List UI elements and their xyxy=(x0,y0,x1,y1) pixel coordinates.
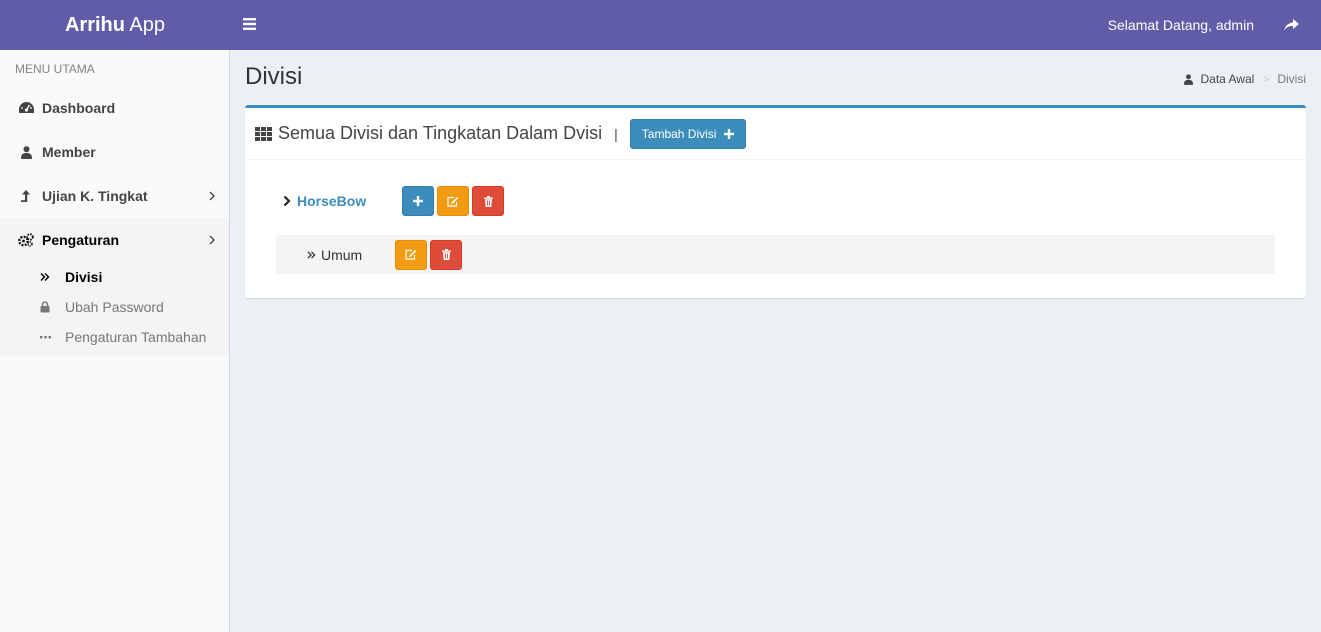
box-title: Semua Divisi dan Tingkatan Dalam Dvisi xyxy=(255,123,602,144)
app-logo[interactable]: Arrihu App xyxy=(0,0,230,50)
welcome-text: Selamat Datang, admin xyxy=(1107,17,1254,33)
grid-icon xyxy=(255,126,272,141)
logo-bold-text: Arrihu xyxy=(64,14,125,36)
chevron-right-icon xyxy=(209,191,215,201)
lock-icon xyxy=(38,300,52,314)
chevron-right-icon xyxy=(209,235,215,245)
ellipsis-icon xyxy=(38,330,52,344)
divisi-name: HorseBow xyxy=(297,193,367,209)
edit-icon xyxy=(447,196,459,207)
sidebar-subitem-divisi[interactable]: Divisi xyxy=(0,262,229,292)
level-up-icon xyxy=(17,187,35,205)
sidebar-subitem-label: Pengaturan Tambahan xyxy=(65,329,207,345)
double-chevron-icon xyxy=(38,270,52,284)
sidebar-item-pengaturan[interactable]: Pengaturan xyxy=(0,218,229,262)
sidebar-item-label: Member xyxy=(42,144,96,160)
sidebar-subitem-pengaturan-tambahan[interactable]: Pengaturan Tambahan xyxy=(0,322,229,352)
trash-icon xyxy=(441,249,451,260)
dashboard-icon xyxy=(17,99,35,117)
title-separator: | xyxy=(614,125,618,142)
sidebar-item-label: Dashboard xyxy=(42,100,116,116)
plus-icon xyxy=(413,196,423,206)
edit-divisi-button[interactable] xyxy=(437,186,469,216)
sidebar-subitem-label: Divisi xyxy=(65,269,103,285)
sidebar-subitem-ubah-password[interactable]: Ubah Password xyxy=(0,292,229,322)
edit-tingkatan-button[interactable] xyxy=(395,239,427,270)
logout-button[interactable] xyxy=(1284,0,1299,50)
sidebar-submenu-pengaturan: Divisi Ubah Password Pengaturan Tambahan xyxy=(0,262,229,356)
user-icon xyxy=(17,143,35,161)
divisi-box: Semua Divisi dan Tingkatan Dalam Dvisi |… xyxy=(245,105,1306,298)
tingkatan-row: Umum xyxy=(276,235,1275,274)
gears-icon xyxy=(17,231,35,249)
sidebar-item-ujian[interactable]: Ujian K. Tingkat xyxy=(0,174,229,218)
add-divisi-button-label: Tambah Divisi xyxy=(641,126,717,141)
user-icon xyxy=(1183,73,1193,85)
sidebar-item-label: Pengaturan xyxy=(42,232,120,248)
box-title-text: Semua Divisi dan Tingkatan Dalam Dvisi xyxy=(278,123,603,143)
sidebar-item-dashboard[interactable]: Dashboard xyxy=(0,86,229,130)
box-header: Semua Divisi dan Tingkatan Dalam Dvisi |… xyxy=(245,108,1306,160)
delete-divisi-button[interactable] xyxy=(472,186,504,216)
edit-icon xyxy=(405,249,417,260)
page-title: Divisi xyxy=(245,63,303,90)
sidebar-toggle-button[interactable] xyxy=(243,0,257,50)
trash-icon xyxy=(483,195,493,207)
tingkatan-item: Umum xyxy=(276,247,395,263)
share-icon xyxy=(1284,18,1299,31)
tingkatan-name: Umum xyxy=(321,246,363,263)
sidebar-item-member[interactable]: Member xyxy=(0,130,229,174)
sidebar-section-header: MENU UTAMA xyxy=(15,62,95,76)
top-navbar: Arrihu App Selamat Datang, admin xyxy=(0,0,1321,50)
double-chevron-icon xyxy=(307,250,316,260)
breadcrumb-link-data-awal[interactable]: Data Awal xyxy=(1201,72,1255,86)
add-tingkatan-button[interactable] xyxy=(402,186,434,216)
sidebar-item-label: Ujian K. Tingkat xyxy=(42,188,148,204)
divisi-row: HorseBow xyxy=(283,186,507,216)
chevron-right-icon xyxy=(283,195,291,207)
breadcrumb: Data Awal > Divisi xyxy=(1183,72,1306,86)
sidebar-subitem-label: Ubah Password xyxy=(65,299,164,315)
logo-light-text: App xyxy=(129,14,166,36)
plus-icon xyxy=(724,128,735,139)
delete-tingkatan-button[interactable] xyxy=(430,239,462,270)
add-divisi-button[interactable]: Tambah Divisi xyxy=(629,118,747,149)
hamburger-icon xyxy=(243,18,256,30)
breadcrumb-current: Divisi xyxy=(1277,72,1306,86)
divisi-link[interactable]: HorseBow xyxy=(283,193,402,209)
breadcrumb-separator: > xyxy=(1262,72,1270,86)
sidebar: MENU UTAMA Dashboard Member Ujian K. Tin… xyxy=(0,50,230,632)
